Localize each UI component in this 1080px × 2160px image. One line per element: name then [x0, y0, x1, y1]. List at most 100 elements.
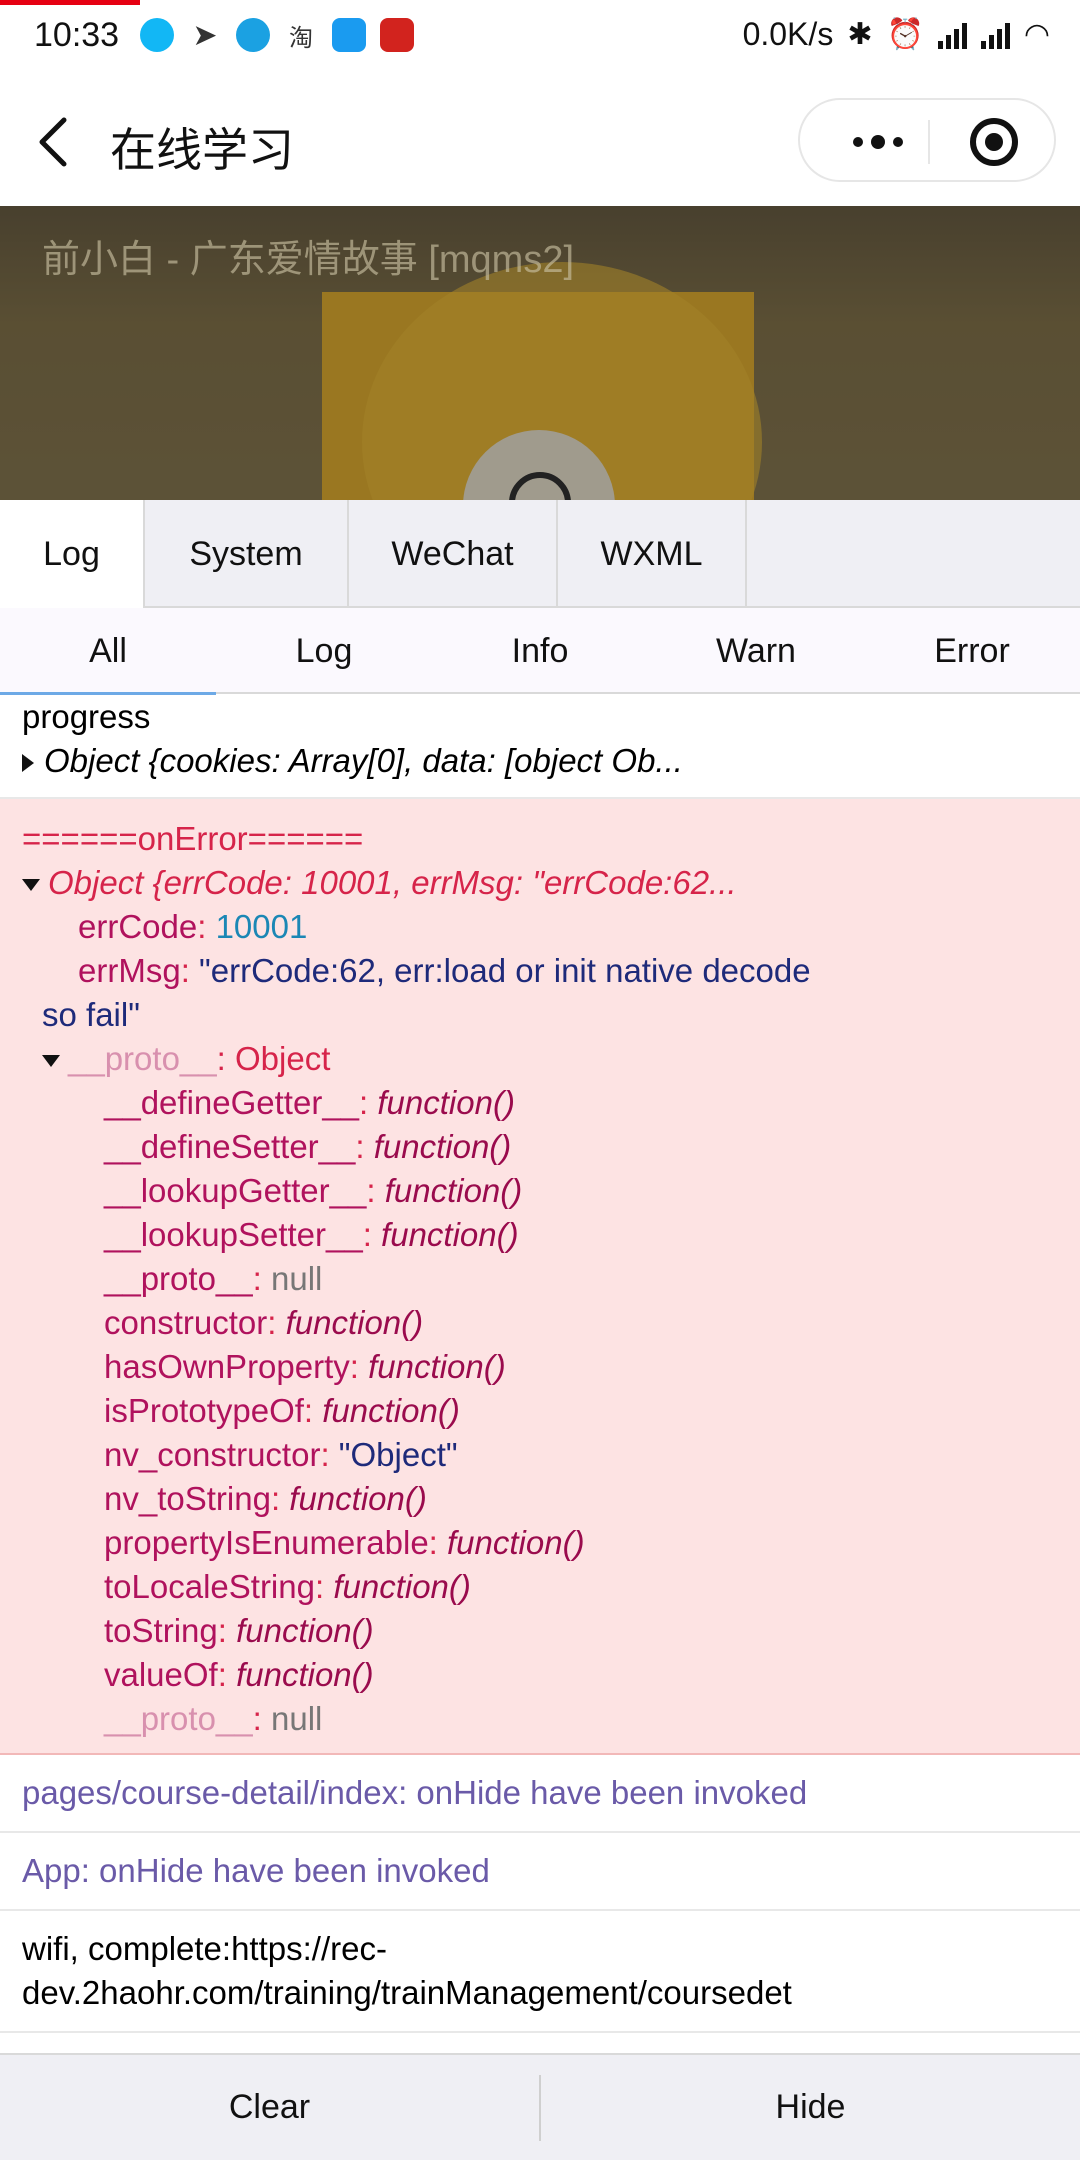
close-target-icon[interactable]: [970, 118, 1018, 166]
prop-key: hasOwnProperty: [104, 1348, 350, 1385]
prop-key: __lookupGetter__: [104, 1172, 367, 1209]
prop-value: function(): [381, 1216, 519, 1253]
proto-member-row: hasOwnProperty: function(): [104, 1348, 506, 1385]
prop-key: toString: [104, 1612, 218, 1649]
prop-key: __proto__: [104, 1260, 253, 1297]
log-item-info: pages/course-detail/index: onHide have b…: [0, 1755, 1080, 1833]
log-item-progress: progress Object {cookies: Array[0], data…: [0, 695, 1080, 799]
net-speed: 0.0K/s: [742, 16, 834, 52]
proto-member-row: __defineGetter__: function(): [104, 1084, 515, 1121]
tab-log[interactable]: Log: [0, 500, 145, 608]
proto-member-row: propertyIsEnumerable: function(): [104, 1524, 585, 1561]
taobao-icon: 淘: [289, 24, 313, 52]
prop-key: propertyIsEnumerable: [104, 1524, 429, 1561]
app-icon: [332, 18, 366, 52]
prop-key: valueOf: [104, 1656, 218, 1693]
error-title: ======onError======: [22, 820, 364, 857]
video-watermark: 前小白 - 广东爱情故事 [mqms2]: [42, 239, 575, 281]
log-object: Object {cookies: Array[0], data: [object…: [44, 742, 683, 779]
prop-value: function(): [384, 1172, 523, 1209]
tab-wechat[interactable]: WeChat: [349, 500, 558, 608]
log-list[interactable]: progress Object {cookies: Array[0], data…: [0, 695, 1080, 2053]
log-object-row[interactable]: Object {cookies: Array[0], data: [object…: [22, 739, 1058, 783]
proto-row[interactable]: __proto__: Object: [22, 1037, 1058, 1081]
errmsg-row: errMsg: "errCode:62, err:load or init na…: [78, 952, 811, 989]
prop-value: 10001: [215, 908, 308, 945]
prop-value: function(): [285, 1304, 424, 1341]
progress-indicator: [0, 0, 140, 5]
back-icon[interactable]: [30, 112, 80, 172]
notification-icons: ➤ 淘: [140, 18, 414, 52]
prop-key: __lookupSetter__: [104, 1216, 363, 1253]
status-bar: 10:33 ➤ 淘 0.0K/s ✱ ⏰ ◠: [0, 0, 1080, 76]
proto-members: __defineGetter__: function() __defineSett…: [22, 1081, 1058, 1741]
errmsg-row-cont: so fail": [42, 996, 140, 1033]
wifi-icon: ◠: [1023, 18, 1050, 51]
collapse-icon[interactable]: [42, 1055, 60, 1068]
tab-wxml[interactable]: WXML: [558, 500, 747, 608]
subtab-error[interactable]: Error: [864, 608, 1080, 694]
status-right: 0.0K/s ✱ ⏰ ◠: [743, 16, 1050, 53]
hide-button[interactable]: Hide: [541, 2055, 1080, 2160]
prop-value: "Object": [338, 1436, 458, 1473]
subtab-log[interactable]: Log: [216, 608, 432, 694]
proto-member-row: __lookupSetter__: function(): [104, 1216, 519, 1253]
proto-member-row: constructor: function(): [104, 1304, 424, 1341]
subtab-info[interactable]: Info: [432, 608, 648, 694]
log-filter-tabs: All Log Info Warn Error: [0, 608, 1080, 694]
prop-key: __proto__: [68, 1040, 217, 1077]
prop-value: function(): [236, 1656, 374, 1693]
prop-key: __defineSetter__: [104, 1128, 356, 1165]
prop-value: function(): [322, 1392, 460, 1429]
capsule-divider: [928, 120, 930, 164]
proto-member-row: valueOf: function(): [104, 1656, 374, 1693]
qq-icon: [140, 18, 174, 52]
log-text: progress: [22, 698, 151, 735]
subtab-warn[interactable]: Warn: [648, 608, 864, 694]
prop-value: function(): [368, 1348, 506, 1385]
alarm-icon: ⏰: [886, 18, 924, 51]
video-player[interactable]: 前小白 - 广东爱情故事 [mqms2]: [0, 206, 1080, 500]
error-object-row[interactable]: Object {errCode: 10001, errMsg: "errCode…: [22, 861, 1058, 905]
prop-value: function(): [373, 1128, 512, 1165]
proto-member-row: __defineSetter__: function(): [104, 1128, 512, 1165]
log-item-wifi: wifi, complete:https://rec- dev.2haohr.c…: [0, 1911, 1080, 2033]
prop-value: function(): [289, 1480, 427, 1517]
expand-icon[interactable]: [22, 754, 34, 773]
vconsole-tabs: Log System WeChat WXML: [0, 500, 1080, 608]
proto-member-row: toString: function(): [104, 1612, 374, 1649]
log-item-error: ======onError====== Object {errCode: 100…: [0, 799, 1080, 1755]
log-text: wifi, complete:https://rec-: [22, 1930, 387, 1967]
tab-system[interactable]: System: [145, 500, 349, 608]
prop-value: null: [270, 1700, 323, 1737]
prop-value: function(): [447, 1524, 585, 1561]
prop-key: __proto__: [104, 1700, 253, 1737]
prop-key: errCode: [78, 908, 198, 945]
errcode-row: errCode: 10001: [78, 908, 308, 945]
prop-key: toLocaleString: [104, 1568, 315, 1605]
prop-value: function(): [377, 1084, 515, 1121]
prop-key: nv_toString: [104, 1480, 271, 1517]
signal-icon: [937, 21, 967, 49]
prop-value: Object: [234, 1040, 331, 1077]
proto-member-row: __lookupGetter__: function(): [104, 1172, 523, 1209]
collapse-icon[interactable]: [22, 879, 40, 892]
proto-member-row: nv_constructor: "Object": [104, 1436, 458, 1473]
clear-button[interactable]: Clear: [0, 2055, 539, 2160]
prop-key: isPrototypeOf: [104, 1392, 304, 1429]
proto-member-row: __proto__: null: [104, 1260, 323, 1297]
prop-key: nv_constructor: [104, 1436, 321, 1473]
mini-program-capsule: [798, 98, 1056, 182]
shop-icon: [380, 18, 414, 52]
more-icon[interactable]: [838, 122, 918, 162]
nav-bar: 在线学习: [0, 76, 1080, 206]
status-time: 10:33: [34, 16, 120, 54]
error-object: Object {errCode: 10001, errMsg: "errCode…: [48, 864, 737, 901]
bird-icon: [236, 18, 270, 52]
prop-key: errMsg: [78, 952, 181, 989]
prop-value: null: [270, 1260, 323, 1297]
proto-member-row: nv_toString: function(): [104, 1480, 427, 1517]
prop-key: constructor: [104, 1304, 268, 1341]
page-title: 在线学习: [110, 124, 294, 176]
subtab-all[interactable]: All: [0, 608, 216, 694]
